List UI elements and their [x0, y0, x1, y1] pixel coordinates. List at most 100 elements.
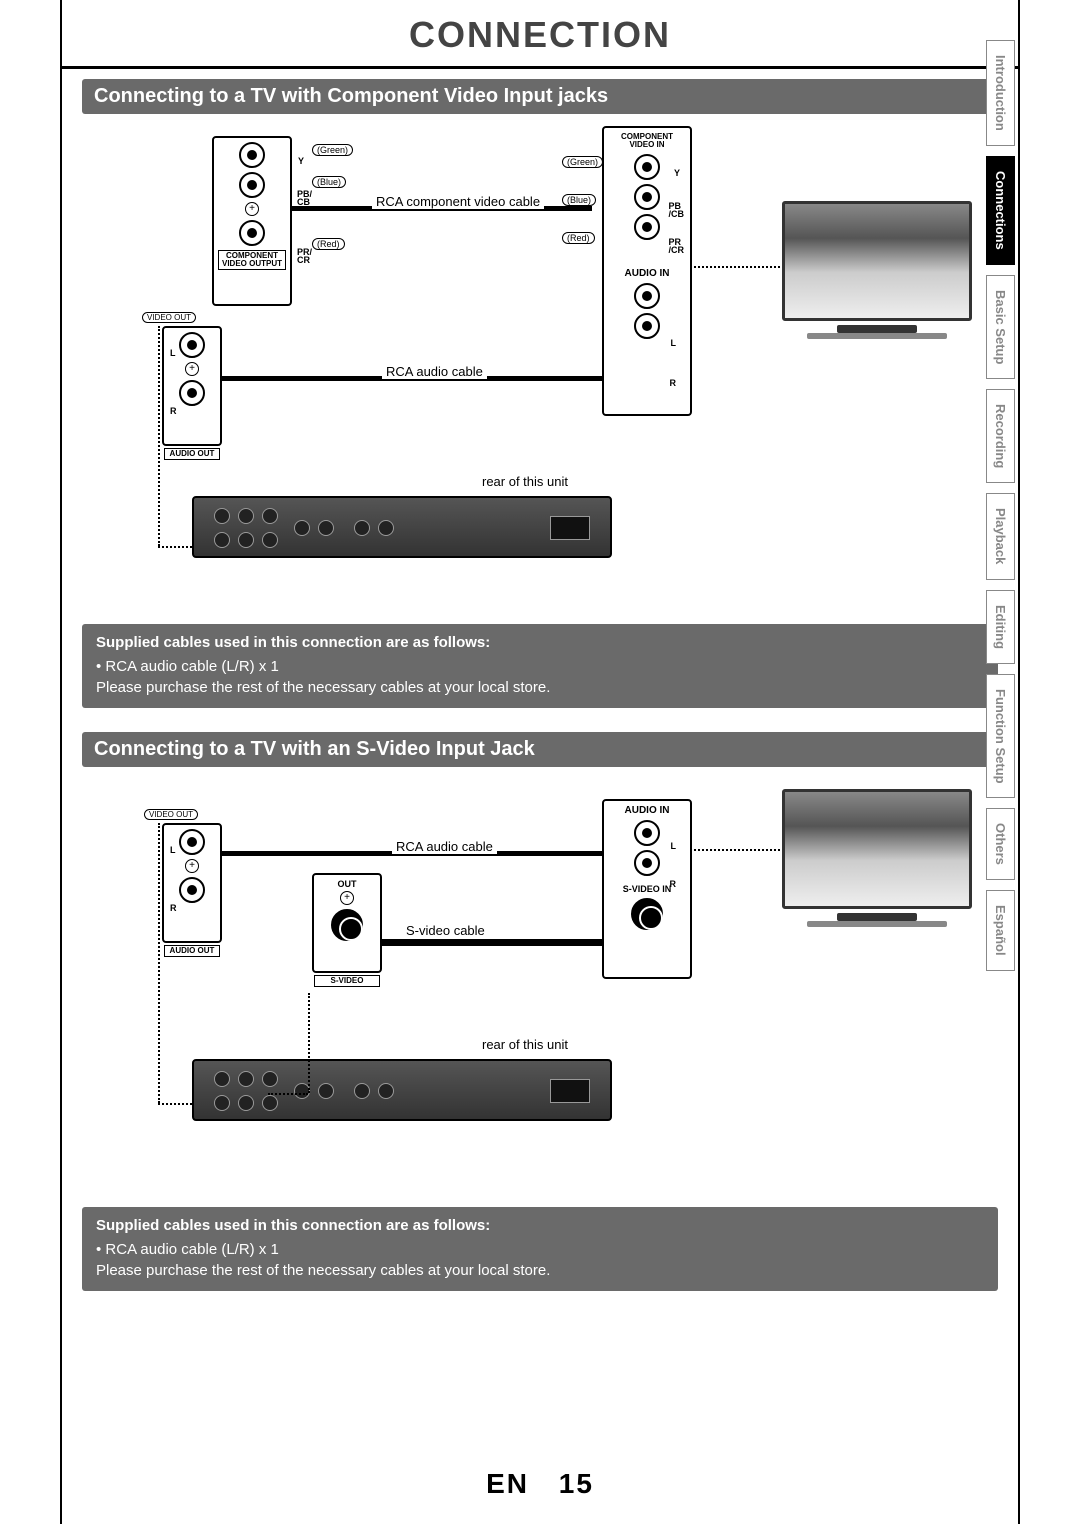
- audio-out-panel-2: + L R AUDIO OUT: [162, 823, 222, 943]
- audio-in-label: AUDIO IN: [604, 268, 690, 279]
- footer-page: 15: [559, 1468, 594, 1499]
- tv-stand-2: [837, 913, 917, 921]
- rear-port: [262, 1071, 278, 1087]
- color-red-l: (Red): [312, 238, 345, 250]
- tab-connections[interactable]: Connections: [986, 156, 1015, 265]
- label-prcr: PR/ CR: [297, 248, 312, 264]
- label-pr-in: PR /CR: [669, 238, 685, 254]
- out-label: OUT: [314, 879, 380, 889]
- tab-function-setup[interactable]: Function Setup: [986, 674, 1015, 799]
- label-r-in: R: [670, 378, 677, 388]
- jack-pb-in: [634, 184, 660, 210]
- svideo-label: S-VIDEO: [314, 975, 380, 987]
- tab-basic-setup[interactable]: Basic Setup: [986, 275, 1015, 379]
- rear-port: [262, 1095, 278, 1111]
- diagram-component: + COMPONENT VIDEO OUTPUT Y PB/ CB PR/ CR…: [82, 126, 998, 606]
- audio-out-label: AUDIO OUT: [164, 448, 220, 460]
- component-in-label: COMPONENT VIDEO IN: [608, 132, 686, 150]
- tab-espanol[interactable]: Español: [986, 890, 1015, 971]
- dotted-to-tv: [694, 266, 784, 268]
- page-frame: CONNECTION Connecting to a TV with Compo…: [60, 0, 1020, 1524]
- tv-stand: [837, 325, 917, 333]
- note-heading-1: Supplied cables used in this connection …: [96, 632, 984, 653]
- jack-l-in: [634, 283, 660, 309]
- cable-audio-text-2: RCA audio cable: [392, 839, 497, 854]
- rear-port: [238, 532, 254, 548]
- tab-recording[interactable]: Recording: [986, 389, 1015, 483]
- note-box-2: Supplied cables used in this connection …: [82, 1207, 998, 1291]
- svideo-out-panel: OUT + S-VIDEO: [312, 873, 382, 973]
- tv-base: [807, 333, 947, 339]
- label-r-out: R: [170, 406, 177, 416]
- jack-pr-in: [634, 214, 660, 240]
- svideo-in-label: S-VIDEO IN: [604, 884, 690, 894]
- label-l-out: L: [170, 348, 176, 358]
- jack-r-out-2: [179, 877, 205, 903]
- label-y: Y: [298, 156, 304, 166]
- cable-video-text: RCA component video cable: [372, 194, 544, 209]
- rear-port: [318, 1083, 334, 1099]
- label-y-in: Y: [674, 168, 680, 178]
- dotted-left-v: [158, 326, 160, 546]
- rear-port: [214, 508, 230, 524]
- jack-r-out: [179, 380, 205, 406]
- tab-introduction[interactable]: Introduction: [986, 40, 1015, 146]
- svideo-out-port: [331, 909, 363, 941]
- tv-input-panel: COMPONENT VIDEO IN AUDIO IN Y PB /CB PR …: [602, 126, 692, 416]
- jack-y-out: [239, 142, 265, 168]
- cable-svideo-line: [382, 939, 602, 946]
- rear-port: [238, 1071, 254, 1087]
- note-item-1: • RCA audio cable (L/R) x 1: [96, 656, 984, 677]
- rear-caption: rear of this unit: [482, 474, 568, 489]
- label-pb-in: PB /CB: [669, 202, 685, 218]
- rear-unit-2: [192, 1059, 612, 1121]
- jack-l-in-2: [634, 820, 660, 846]
- rear-port: [214, 1071, 230, 1087]
- rear-port: [354, 520, 370, 536]
- jack-pr-out: [239, 220, 265, 246]
- tab-others[interactable]: Others: [986, 808, 1015, 880]
- color-blue-l: (Blue): [312, 176, 346, 188]
- rear-port-rect: [550, 1079, 590, 1103]
- jack-l-out: [179, 332, 205, 358]
- screw-icon: +: [185, 859, 199, 873]
- dotted-to-tv-2: [694, 849, 784, 851]
- label-r-out-2: R: [170, 903, 177, 913]
- footer-lang: EN: [486, 1468, 529, 1499]
- note-box-1: Supplied cables used in this connection …: [82, 624, 998, 708]
- label-l-out-2: L: [170, 845, 176, 855]
- tab-editing[interactable]: Editing: [986, 590, 1015, 664]
- svideo-in-port: [631, 898, 663, 930]
- dotted-sv-h: [268, 1093, 308, 1095]
- tab-playback[interactable]: Playback: [986, 493, 1015, 579]
- label-l-in-2: L: [671, 841, 677, 851]
- rear-caption-2: rear of this unit: [482, 1037, 568, 1052]
- label-r-in-2: R: [670, 879, 677, 889]
- jack-r-in: [634, 313, 660, 339]
- section1-title: Connecting to a TV with Component Video …: [82, 79, 998, 114]
- jack-y-in: [634, 154, 660, 180]
- component-out-panel: + COMPONENT VIDEO OUTPUT Y PB/ CB PR/ CR: [212, 136, 292, 306]
- note-item-2: • RCA audio cable (L/R) x 1: [96, 1239, 984, 1260]
- dotted-left-h: [158, 546, 192, 548]
- label-pbcb: PB/ CB: [297, 190, 312, 206]
- component-out-label: COMPONENT VIDEO OUTPUT: [218, 250, 286, 270]
- tv-illustration: [782, 201, 972, 339]
- rear-unit: [192, 496, 612, 558]
- tv-input-panel-2: AUDIO IN S-VIDEO IN L R: [602, 799, 692, 979]
- note-extra-1: Please purchase the rest of the necessar…: [96, 677, 984, 698]
- diagram-svideo: VIDEO OUT + L R AUDIO OUT OUT + S-VIDEO …: [82, 779, 998, 1189]
- rear-port: [378, 520, 394, 536]
- cable-svideo-text: S-video cable: [402, 923, 489, 938]
- color-green-l: (Green): [312, 144, 353, 156]
- tv-illustration-2: [782, 789, 972, 927]
- rear-port: [214, 532, 230, 548]
- dotted-left-h-2: [158, 1103, 192, 1105]
- rear-port: [214, 1095, 230, 1111]
- rear-port: [354, 1083, 370, 1099]
- content-area: Connecting to a TV with Component Video …: [62, 69, 1018, 1291]
- dotted-left-v-2: [158, 823, 160, 1103]
- screw-icon: +: [185, 362, 199, 376]
- rear-port: [238, 1095, 254, 1111]
- jack-l-out-2: [179, 829, 205, 855]
